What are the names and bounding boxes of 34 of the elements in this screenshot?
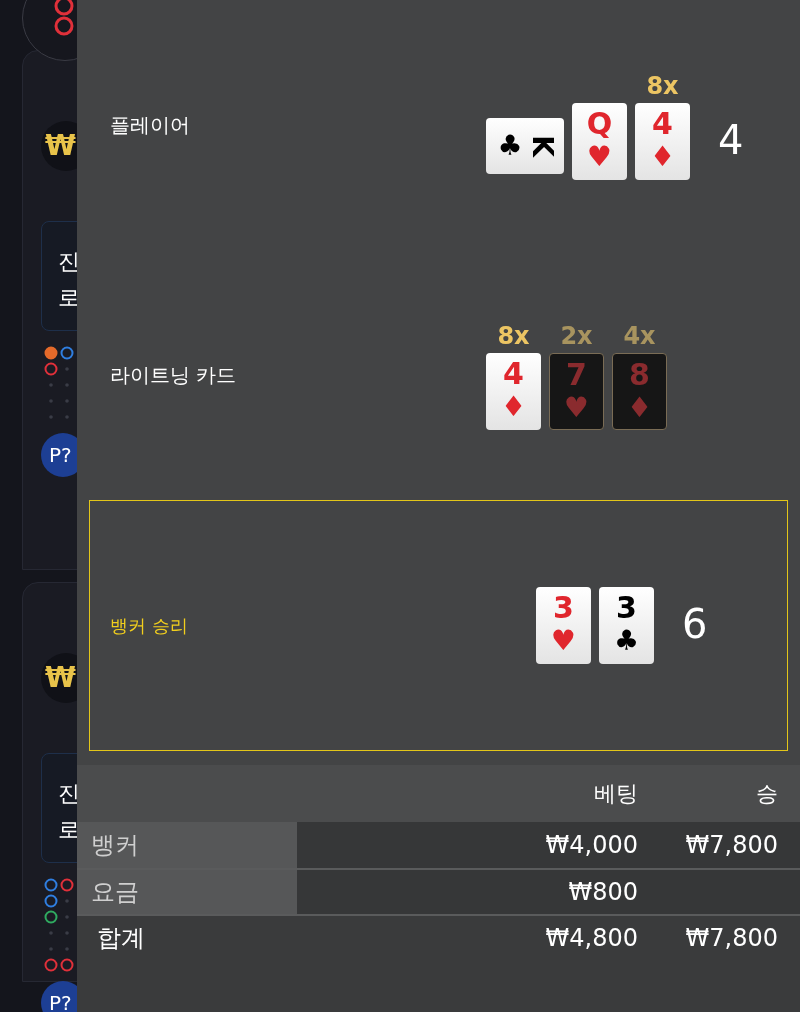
hand-label: 뱅커 승리 xyxy=(110,614,189,638)
bet-amount: ₩4,800 xyxy=(544,923,638,954)
row-label: 합계 xyxy=(77,916,297,960)
win-amount: ₩7,800 xyxy=(684,923,778,954)
ring-icon xyxy=(52,0,76,38)
bet-chip: ₩ xyxy=(41,653,77,703)
row-label: 요금 xyxy=(77,870,297,914)
playing-card: 3 ♥ xyxy=(536,587,591,664)
bet-chip: ₩ xyxy=(41,121,77,171)
multiplier-label: 4x xyxy=(623,320,656,351)
hand-label: 플레이어 xyxy=(110,112,191,139)
playing-card: 4 ♦ xyxy=(486,352,541,430)
win-amount: ₩7,800 xyxy=(684,830,778,861)
column-header: 베팅 xyxy=(593,780,638,808)
predict-button[interactable]: P? xyxy=(41,981,77,1012)
message-text: 진 xyxy=(58,248,77,276)
playing-card: 7 ♥ xyxy=(549,352,604,430)
multiplier-label: 8x xyxy=(646,70,679,101)
playing-card: 4 ♦ xyxy=(635,102,690,180)
playing-card: 3 ♣ xyxy=(599,587,654,664)
row-label: 뱅커 xyxy=(77,822,297,868)
bet-amount: ₩4,000 xyxy=(544,830,638,861)
multiplier-label: 8x xyxy=(497,320,530,351)
multiplier-label: 2x xyxy=(560,320,593,351)
predict-button[interactable]: P? xyxy=(41,433,77,477)
playing-card: ♣ K xyxy=(486,117,564,174)
playing-card: Q ♥ xyxy=(572,102,627,180)
playing-card: 8 ♦ xyxy=(612,352,667,430)
message-text: 진 xyxy=(58,780,77,808)
hand-label: 라이트닝 카드 xyxy=(110,362,238,389)
bet-amount: ₩800 xyxy=(567,877,638,908)
column-header: 승 xyxy=(755,780,778,808)
hand-total: 4 xyxy=(718,115,744,165)
hand-total: 6 xyxy=(682,600,708,649)
